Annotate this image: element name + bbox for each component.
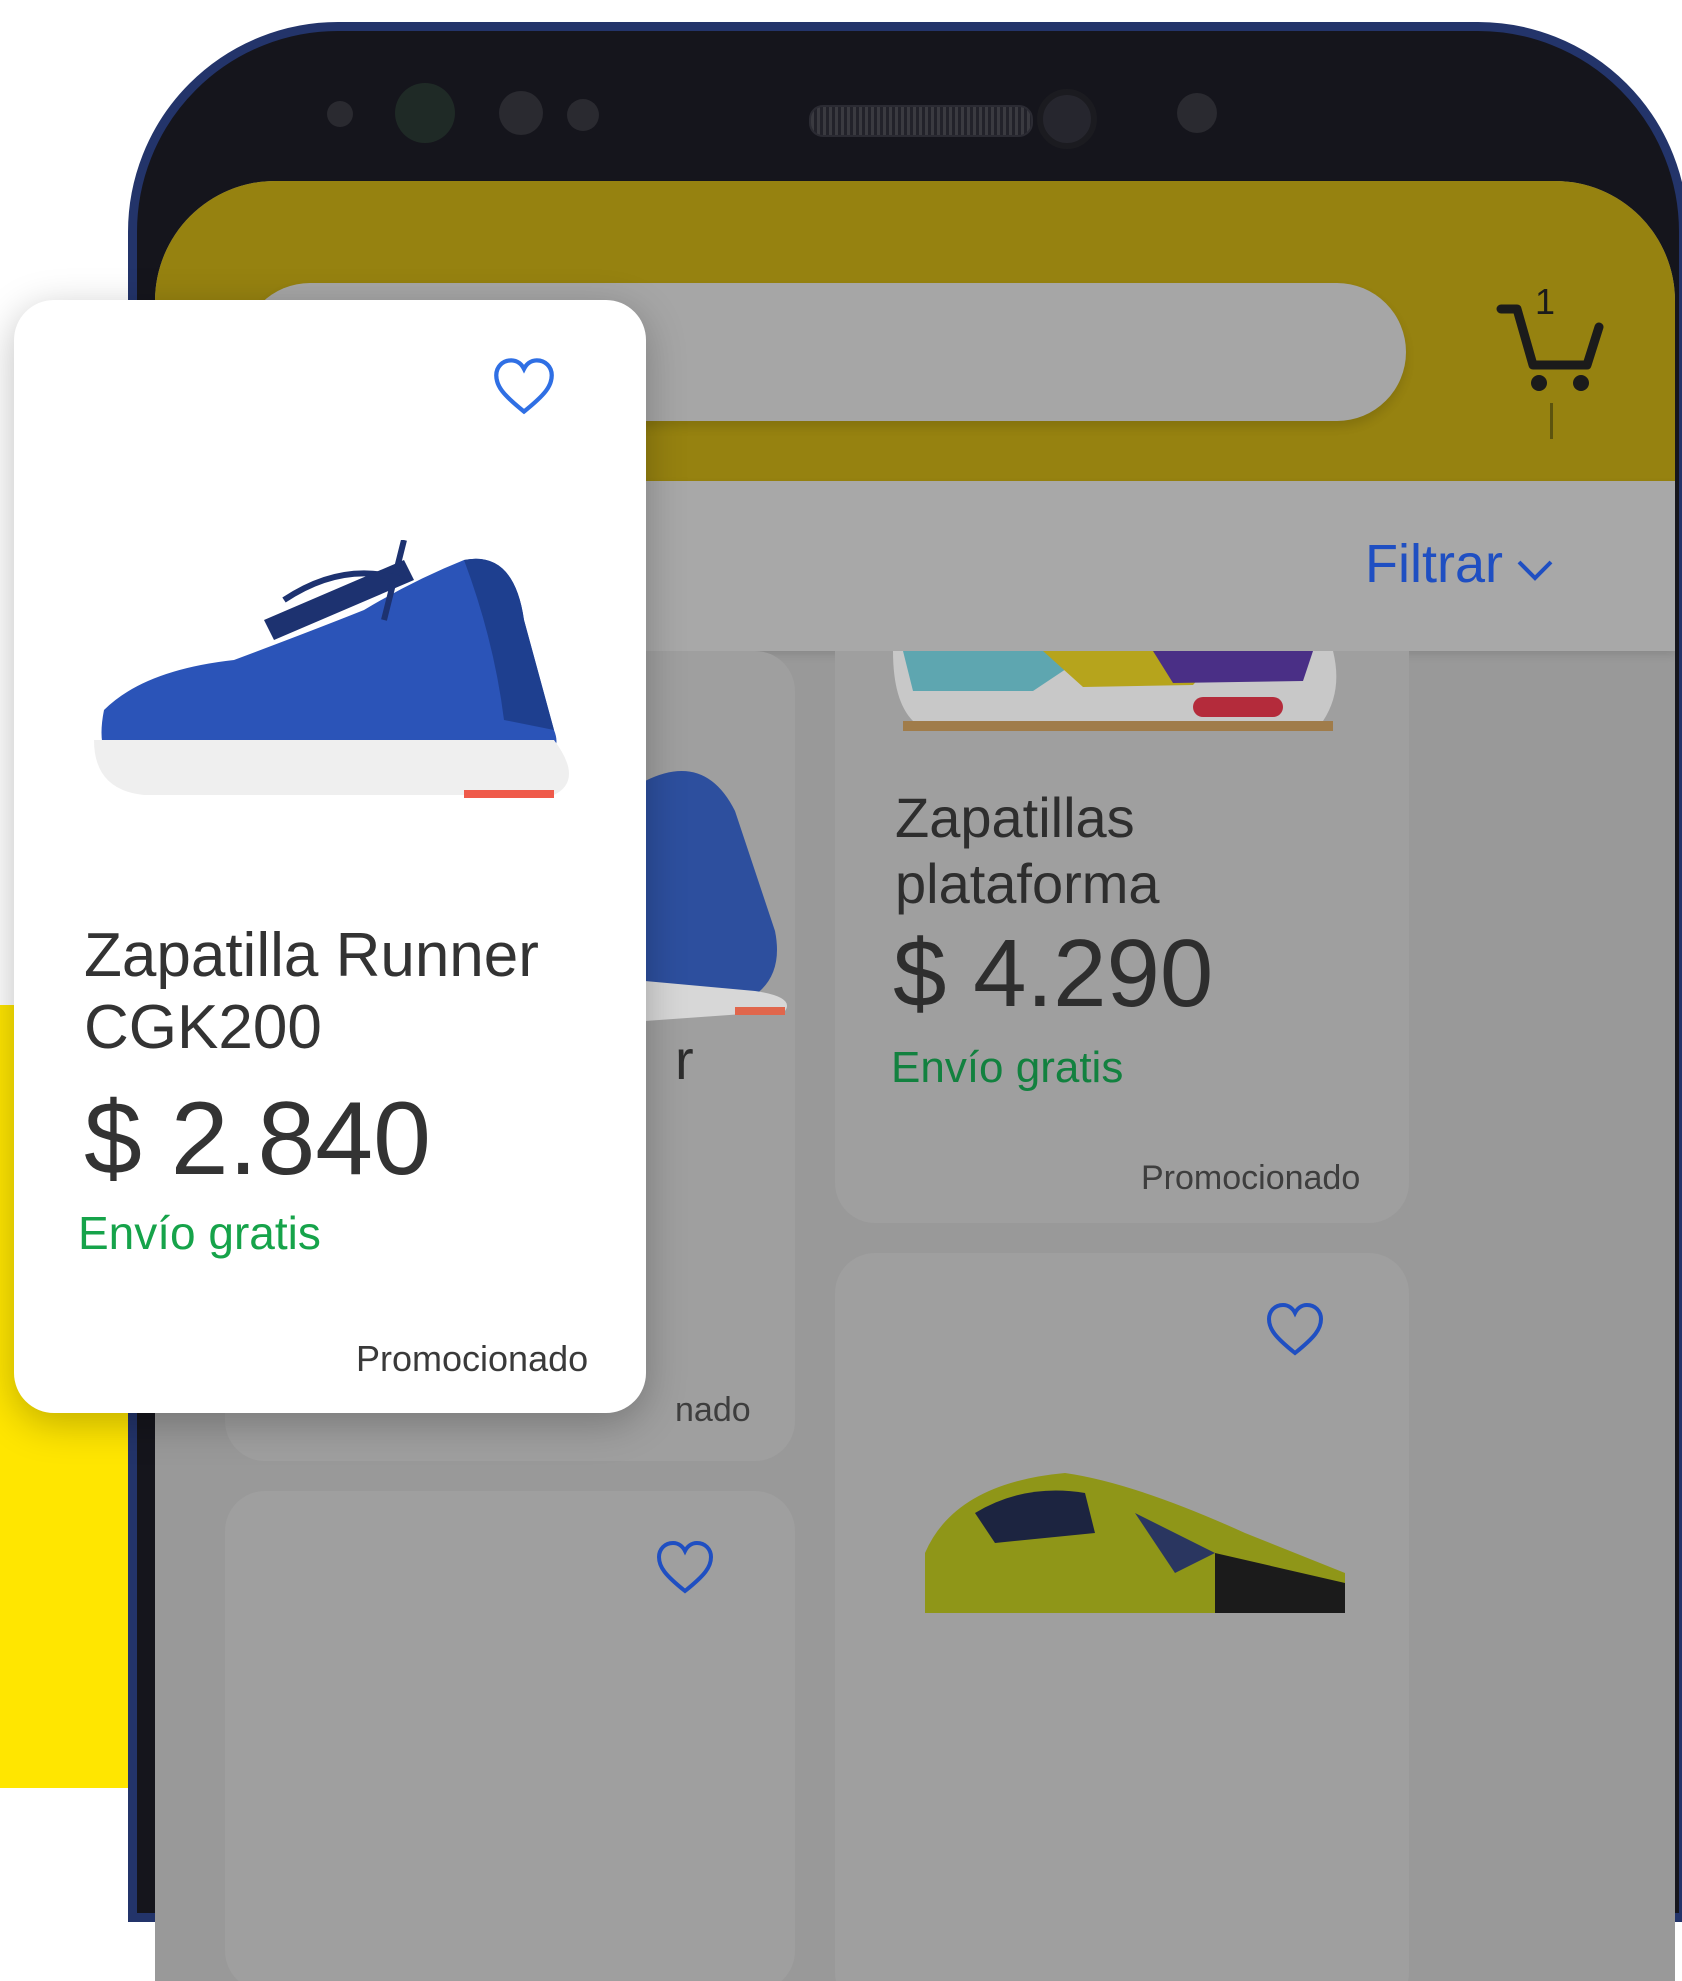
promoted-badge-fragment: nado (675, 1391, 751, 1429)
camera-lens-icon (1037, 89, 1097, 149)
chevron-down-icon (1515, 533, 1555, 595)
shipping-label: Envío gratis (891, 1043, 1124, 1092)
promoted-badge: Promocionado (356, 1338, 589, 1379)
sensor-dot (1177, 93, 1217, 133)
product-image (893, 651, 1343, 741)
promoted-badge: Promocionado (1141, 1159, 1361, 1197)
product-card[interactable] (835, 1253, 1409, 1981)
shipping-label: Envío gratis (78, 1207, 321, 1259)
favorite-heart-icon[interactable] (655, 1540, 715, 1600)
sensor-dot (327, 101, 353, 127)
product-title: Zapatilla Runner CGK200 (84, 921, 539, 1062)
product-card[interactable] (225, 1491, 795, 1981)
favorite-heart-icon[interactable] (1265, 1302, 1325, 1362)
divider (1550, 403, 1553, 439)
filter-label: Filtrar (1365, 534, 1503, 594)
product-title: Zapatillas plataforma (895, 786, 1160, 915)
earpiece-speaker (809, 105, 1033, 137)
cart-count-badge: 1 (1535, 281, 1556, 322)
product-price: $ 4.290 (893, 920, 1214, 1027)
product-title-fragment: r (675, 1028, 694, 1091)
front-camera-icon (395, 83, 455, 143)
product-image (84, 539, 584, 810)
filter-button[interactable]: Filtrar (1365, 533, 1555, 595)
phone-top-bezel (137, 31, 1679, 191)
product-image (645, 761, 795, 1021)
sensor-dot (567, 99, 599, 131)
featured-product-card[interactable]: Zapatilla Runner CGK200 $ 2.840 Envío gr… (14, 300, 646, 1413)
product-card[interactable]: Zapatillas plataforma $ 4.290 Envío grat… (835, 651, 1409, 1223)
product-price: $ 2.840 (84, 1081, 431, 1197)
favorite-heart-icon[interactable] (492, 358, 556, 421)
sensor-dot (499, 91, 543, 135)
product-image (915, 1473, 1355, 1613)
